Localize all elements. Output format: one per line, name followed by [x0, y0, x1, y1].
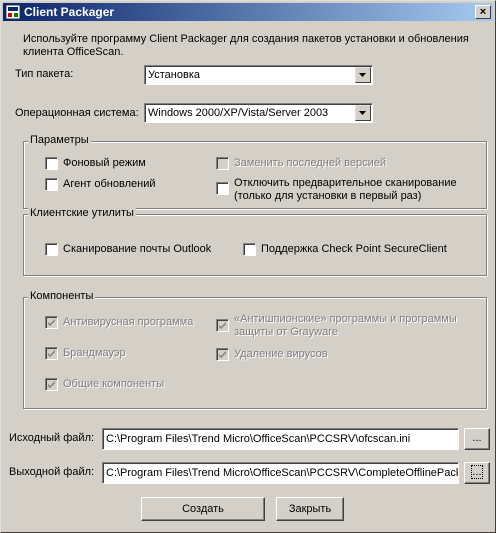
common-components-checkbox[interactable]: [45, 378, 58, 391]
close-window-button[interactable]: ×: [475, 5, 491, 19]
title-bar[interactable]: Client Packager ×: [3, 3, 493, 21]
client-utilities-legend: Клиентские утилиты: [28, 207, 136, 219]
package-type-value: Установка: [148, 69, 200, 81]
checkmark-icon: [48, 350, 55, 357]
background-mode-label[interactable]: Фоновый режим: [63, 157, 146, 169]
source-file-value: C:\Program Files\Trend Micro\OfficeScan\…: [106, 433, 411, 445]
background-mode-checkbox[interactable]: [45, 157, 58, 170]
output-file-label: Выходной файл:: [9, 466, 95, 478]
update-agent-checkbox[interactable]: [45, 178, 58, 191]
dropdown-arrow-button[interactable]: [355, 67, 371, 83]
outlook-scan-label[interactable]: Сканирование почты Outlook: [63, 243, 211, 255]
antispyware-label-1[interactable]: «Антишпионские» программы и программы: [234, 313, 457, 325]
checkmark-icon: [219, 351, 226, 358]
output-browse-label: ...: [471, 465, 483, 479]
package-type-label: Тип пакета:: [15, 68, 74, 80]
checkmark-icon: [48, 381, 55, 388]
chevron-down-icon: [359, 73, 366, 77]
update-agent-label[interactable]: Агент обновлений: [63, 178, 156, 190]
virus-removal-checkbox[interactable]: [216, 348, 229, 361]
output-file-input[interactable]: C:\Program Files\Trend Micro\OfficeScan\…: [102, 462, 459, 484]
window-title: Client Packager: [24, 5, 115, 19]
output-file-value: C:\Program Files\Trend Micro\OfficeScan\…: [106, 467, 459, 479]
source-file-label: Исходный файл:: [9, 432, 95, 444]
checkmark-icon: [48, 319, 55, 326]
os-label: Операционная система:: [15, 107, 139, 119]
disable-prescan-label-2[interactable]: (только для установки в первый раз): [234, 190, 421, 202]
os-dropdown[interactable]: Windows 2000/XP/Vista/Server 2003: [144, 103, 373, 123]
disable-prescan-label-1[interactable]: Отключить предварительное сканирование: [234, 177, 457, 189]
replace-latest-checkbox[interactable]: [216, 157, 229, 170]
components-legend: Компоненты: [28, 290, 96, 302]
app-icon: [6, 5, 20, 19]
common-components-label[interactable]: Общие компоненты: [63, 378, 164, 390]
create-button[interactable]: Создать: [141, 497, 265, 521]
antivirus-label[interactable]: Антивирусная программа: [63, 316, 193, 328]
client-packager-window: Client Packager × Используйте программу …: [0, 0, 496, 533]
checkmark-icon: [219, 322, 226, 329]
source-browse-button[interactable]: ...: [464, 428, 490, 450]
params-legend: Параметры: [28, 134, 91, 146]
chevron-down-icon: [359, 111, 366, 115]
firewall-checkbox[interactable]: [45, 347, 58, 360]
virus-removal-label[interactable]: Удаление вирусов: [234, 348, 328, 360]
antispyware-checkbox[interactable]: [216, 319, 229, 332]
source-file-input[interactable]: C:\Program Files\Trend Micro\OfficeScan\…: [102, 428, 459, 450]
output-browse-button[interactable]: ...: [464, 462, 490, 484]
intro-line-2: клиента OfficeScan.: [23, 46, 124, 58]
disable-prescan-checkbox[interactable]: [216, 182, 229, 195]
checkpoint-support-checkbox[interactable]: [243, 243, 256, 256]
os-value: Windows 2000/XP/Vista/Server 2003: [148, 107, 329, 119]
antispyware-label-2[interactable]: защиты от Grayware: [234, 326, 338, 338]
outlook-scan-checkbox[interactable]: [45, 243, 58, 256]
dropdown-arrow-button[interactable]: [355, 105, 371, 121]
package-type-dropdown[interactable]: Установка: [144, 65, 373, 85]
close-button[interactable]: Закрыть: [276, 497, 344, 521]
replace-latest-label[interactable]: Заменить последней версией: [234, 157, 386, 169]
firewall-label[interactable]: Брандмауэр: [63, 347, 126, 359]
antivirus-checkbox[interactable]: [45, 316, 58, 329]
intro-line-1: Используйте программу Client Packager дл…: [23, 33, 469, 45]
checkpoint-support-label[interactable]: Поддержка Check Point SecureClient: [261, 243, 447, 255]
close-icon: ×: [479, 5, 487, 18]
